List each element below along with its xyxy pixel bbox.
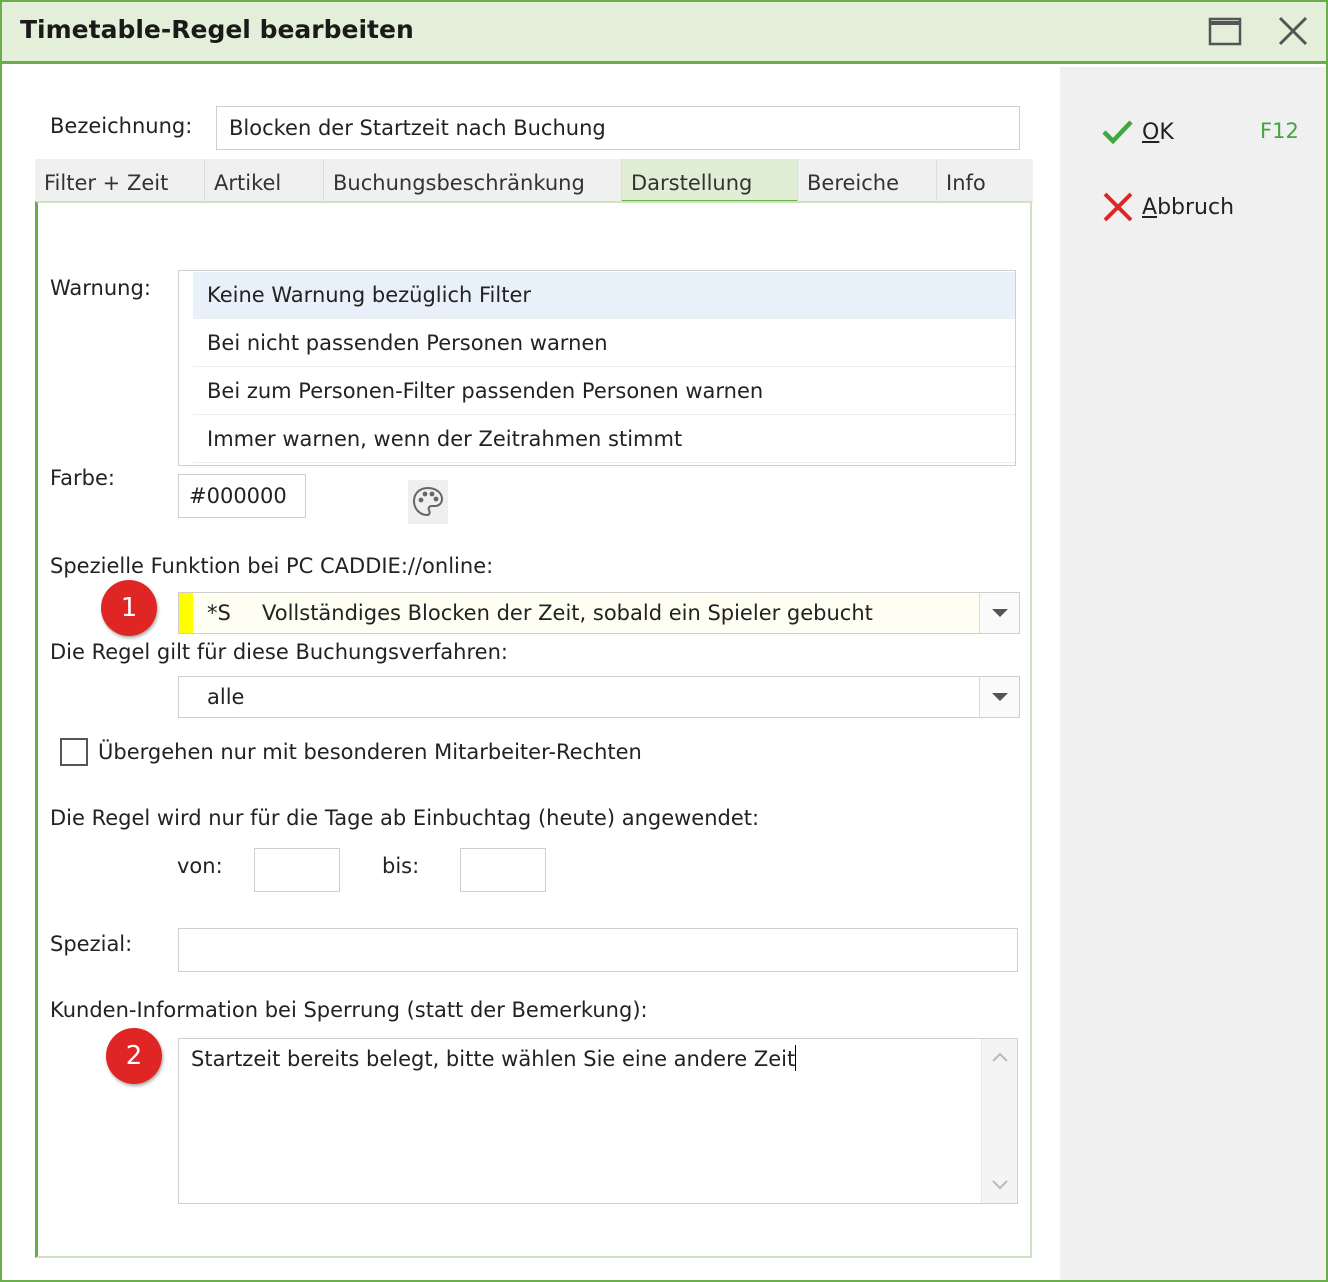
dialog-window: Timetable-Regel bearbeiten OK F12 Abbruc…: [0, 0, 1328, 1282]
scroll-up-icon: [992, 1052, 1008, 1062]
von-label: von:: [177, 854, 223, 878]
bis-input[interactable]: [460, 848, 546, 892]
cancel-button[interactable]: Abbruch: [1100, 191, 1234, 223]
ok-button[interactable]: OK: [1100, 117, 1174, 147]
cancel-label: Abbruch: [1142, 194, 1235, 220]
tab-buchungsbeschraenkung[interactable]: Buchungsbeschränkung: [324, 159, 622, 203]
buchungsverfahren-label: Die Regel gilt für diese Buchungsverfahr…: [50, 640, 508, 664]
spezielle-funktion-select[interactable]: *S Vollständiges Blocken der Zeit, sobal…: [178, 592, 1020, 634]
chevron-down-icon: [991, 693, 1008, 701]
ok-shortcut: F12: [1260, 119, 1299, 143]
palette-icon: [412, 486, 444, 517]
palette-button[interactable]: [408, 480, 448, 524]
warnung-label: Warnung:: [50, 276, 151, 300]
tab-darstellung[interactable]: Darstellung: [622, 159, 798, 203]
close-icon: [1278, 16, 1308, 46]
bis-label: bis:: [382, 854, 420, 878]
buchungsverfahren-value: alle: [207, 685, 245, 709]
kunden-information-label: Kunden-Information bei Sperrung (statt d…: [50, 998, 648, 1022]
spezial-label: Spezial:: [50, 932, 133, 956]
buchungsverfahren-select[interactable]: alle: [178, 676, 1020, 718]
tab-filter-zeit[interactable]: Filter + Zeit: [35, 159, 205, 203]
von-input[interactable]: [254, 848, 340, 892]
chevron-down-icon: [991, 609, 1008, 617]
bezeichnung-label: Bezeichnung:: [50, 114, 193, 138]
highlight-marker: [179, 593, 193, 633]
tab-bar: Filter + Zeit Artikel Buchungsbeschränku…: [35, 159, 1033, 203]
list-item[interactable]: Bei zum Personen-Filter passenden Person…: [193, 368, 1015, 415]
tage-label: Die Regel wird nur für die Tage ab Einbu…: [50, 806, 760, 830]
annotation-badge-2: 2: [106, 1028, 162, 1084]
text-caret: [795, 1045, 797, 1071]
dropdown-button[interactable]: [979, 593, 1019, 633]
farbe-label: Farbe:: [50, 466, 115, 490]
tab-bereiche[interactable]: Bereiche: [798, 159, 937, 203]
close-button[interactable]: [1274, 14, 1312, 50]
kunden-information-text: Startzeit bereits belegt, bitte wählen S…: [191, 1047, 796, 1071]
dialog-title: Timetable-Regel bearbeiten: [20, 15, 414, 44]
scroll-down-icon: [992, 1180, 1008, 1190]
warnung-listbox[interactable]: Keine Warnung bezüglich Filter Bei nicht…: [178, 270, 1016, 466]
list-item[interactable]: Keine Warnung bezüglich Filter: [193, 272, 1015, 319]
farbe-input[interactable]: #000000: [178, 474, 306, 518]
ok-label: OK: [1142, 119, 1174, 145]
list-item[interactable]: Bei nicht passenden Personen warnen: [193, 320, 1015, 367]
dropdown-button[interactable]: [979, 677, 1019, 717]
tab-info[interactable]: Info: [937, 159, 1033, 203]
annotation-badge-1: 1: [101, 580, 157, 636]
tab-artikel[interactable]: Artikel: [205, 159, 324, 203]
kunden-information-textarea[interactable]: Startzeit bereits belegt, bitte wählen S…: [178, 1038, 1018, 1204]
cross-icon: [1103, 192, 1133, 222]
list-item[interactable]: Immer warnen, wenn der Zeitrahmen stimmt: [193, 416, 1015, 463]
spezielle-funktion-value: Vollständiges Blocken der Zeit, sobald e…: [262, 601, 873, 625]
checkbox-label: Übergehen nur mit besonderen Mitarbeiter…: [98, 740, 642, 764]
spezial-input[interactable]: [178, 928, 1018, 972]
spezielle-funktion-label: Spezielle Funktion bei PC CADDIE://onlin…: [50, 554, 494, 578]
maximize-icon: [1208, 17, 1242, 46]
mitarbeiter-rechten-checkbox[interactable]: [60, 738, 88, 766]
title-bar: Timetable-Regel bearbeiten: [2, 2, 1326, 64]
vertical-scrollbar[interactable]: [981, 1039, 1017, 1203]
action-sidebar: OK F12 Abbruch: [1060, 67, 1326, 1280]
spezielle-funktion-code: *S: [207, 601, 231, 625]
maximize-button[interactable]: [1206, 14, 1244, 50]
bezeichnung-input[interactable]: Blocken der Startzeit nach Buchung: [216, 106, 1020, 150]
checkmark-icon: [1102, 120, 1133, 145]
